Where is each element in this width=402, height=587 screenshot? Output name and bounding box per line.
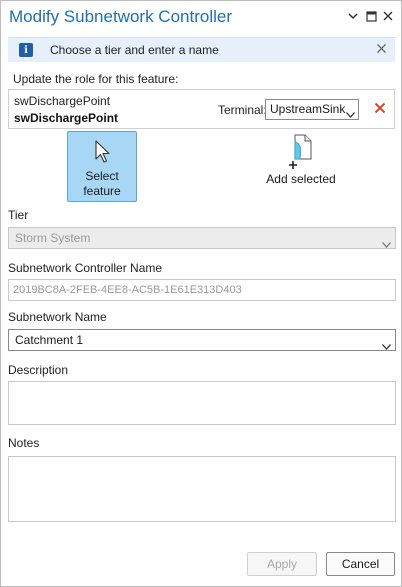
add-selected-button[interactable]: Add selected [259,131,343,191]
close-icon[interactable] [382,10,394,22]
terminal-value: UpstreamSink [270,102,346,116]
cancel-button[interactable]: Cancel [326,552,395,576]
subnetwork-name-value: Catchment 1 [15,333,84,347]
description-textarea[interactable] [8,381,396,425]
tier-dropdown[interactable]: Storm System [8,227,396,249]
controller-name-placeholder: 2019BC8A-2FEB-4EE8-AC5B-1E61E313D403 [13,284,242,296]
select-feature-label-line1: Select [85,169,119,183]
apply-button[interactable]: Apply [247,552,317,576]
feature-class-name: swDischargePoint [14,94,111,108]
subnetwork-name-dropdown[interactable]: Catchment 1 [8,329,396,351]
chevron-down-icon [382,336,391,356]
terminal-label: Terminal: [218,103,267,117]
feature-row: swDischargePoint swDischargePoint Termin… [8,89,395,129]
remove-feature-icon[interactable] [374,102,386,114]
controller-name-input[interactable]: 2019BC8A-2FEB-4EE8-AC5B-1E61E313D403 [8,279,396,301]
pane-title: Modify Subnetwork Controller [9,7,232,26]
tier-value: Storm System [15,231,91,245]
pointer-arrow-icon [94,140,112,167]
dismiss-info-close-icon[interactable] [376,43,389,56]
info-message: Choose a tier and enter a name [50,43,219,57]
chevron-down-icon [382,234,391,254]
controller-name-label: Subnetwork Controller Name [8,261,163,275]
feature-name: swDischargePoint [14,111,119,125]
select-feature-button[interactable]: Select feature [67,131,137,202]
description-label: Description [8,363,69,377]
info-message-bar: i Choose a tier and enter a name [8,37,395,62]
terminal-dropdown[interactable]: UpstreamSink [265,99,359,120]
select-feature-label-line2: feature [83,184,121,198]
maximize-icon[interactable] [365,10,377,22]
modify-subnetwork-controller-pane: Modify Subnetwork Controller i Choose a … [0,0,402,587]
chevron-down-icon [346,105,355,124]
menu-chevron-icon[interactable] [347,10,359,22]
notes-textarea[interactable] [8,456,396,522]
add-selected-icon [289,133,315,172]
feature-section-label: Update the role for this feature: [13,72,179,86]
tier-label: Tier [8,208,29,222]
subnetwork-name-label: Subnetwork Name [8,310,107,324]
title-bar: Modify Subnetwork Controller [1,1,401,35]
info-icon: i [19,43,33,57]
add-selected-label: Add selected [266,172,336,186]
notes-label: Notes [8,436,40,450]
